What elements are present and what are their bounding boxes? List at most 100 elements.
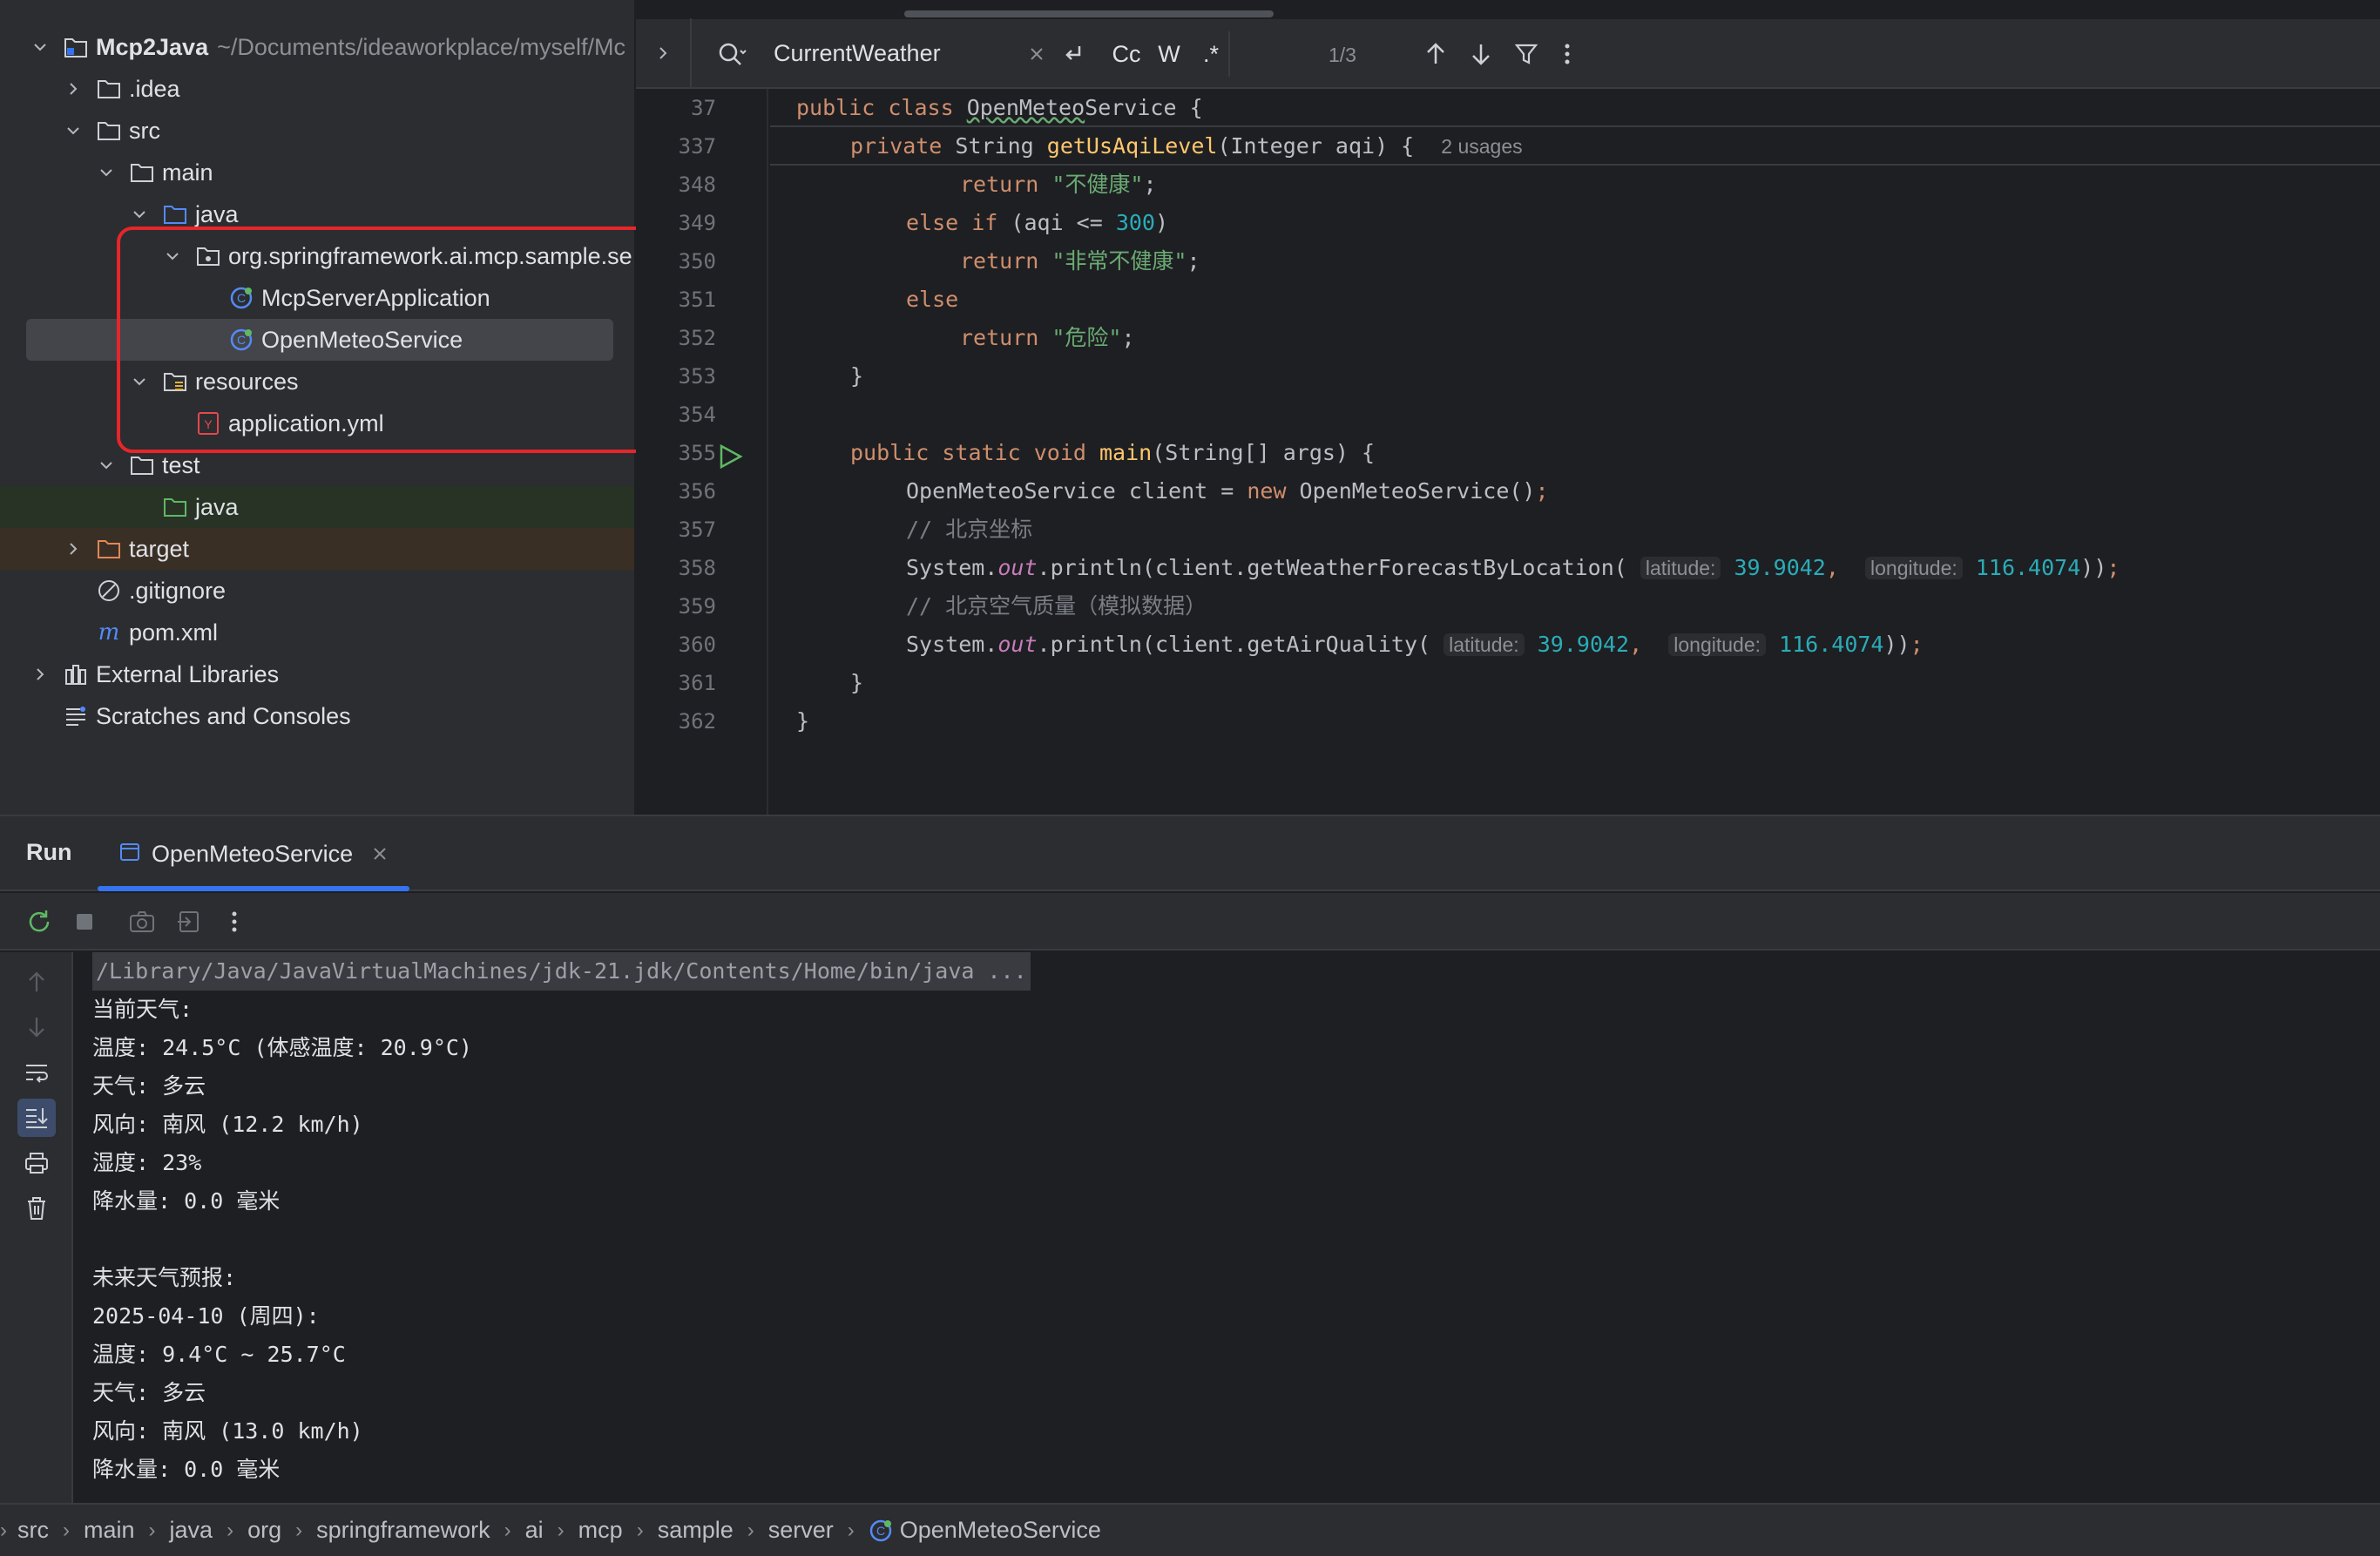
chevron-right-icon[interactable] (61, 77, 85, 101)
tree-item-application-yml[interactable]: Y application.yml (0, 403, 634, 444)
code-line[interactable]: return "危险"; (770, 319, 1135, 357)
tree-item-label: Scratches and Consoles (96, 702, 351, 729)
horizontal-scrollbar[interactable] (904, 10, 1274, 17)
tree-item-openmeteoservice[interactable]: C OpenMeteoService (26, 319, 613, 361)
code-line[interactable]: } (770, 702, 809, 741)
rerun-icon[interactable] (23, 905, 56, 938)
line-number: 353 (678, 364, 716, 389)
chevron-down-icon[interactable] (160, 244, 185, 268)
exit-icon[interactable] (172, 905, 206, 938)
breadcrumb-sample[interactable]: sample (658, 1517, 734, 1544)
code-line[interactable]: System.out.println(client.getAirQuality(… (770, 626, 1924, 664)
scroll-up-icon[interactable] (17, 963, 56, 1001)
whole-words-button[interactable]: W (1152, 37, 1187, 71)
breadcrumb-main[interactable]: main (84, 1517, 135, 1544)
clear-search-icon[interactable] (1021, 37, 1052, 71)
scroll-to-end-icon[interactable] (17, 1099, 56, 1137)
search-icon[interactable] (716, 38, 747, 74)
more-options-icon[interactable] (218, 905, 251, 938)
breadcrumb-ai[interactable]: ai (525, 1517, 544, 1544)
code-line[interactable]: public static void main(String[] args) { (770, 434, 1375, 472)
chevron-down-icon[interactable] (127, 202, 152, 227)
stop-icon[interactable] (68, 905, 101, 938)
match-case-button[interactable]: Cc (1106, 37, 1146, 71)
find-input[interactable]: CurrentWeather (774, 40, 941, 67)
tree-item-java[interactable]: java (0, 193, 634, 235)
line-number: 348 (678, 173, 716, 197)
breadcrumb-java[interactable]: java (170, 1517, 213, 1544)
scroll-down-icon[interactable] (17, 1008, 56, 1046)
breadcrumb-openmeteoservice[interactable]: OpenMeteoService (900, 1517, 1101, 1544)
code-line[interactable]: return "非常不健康"; (770, 242, 1200, 281)
chevron-down-icon[interactable] (94, 453, 118, 477)
code-line[interactable]: // 北京空气质量（模拟数据） (770, 587, 1207, 626)
tree-item-target[interactable]: target (0, 528, 634, 570)
code-line-sticky-method[interactable]: private String getUsAqiLevel(Integer aqi… (770, 127, 2380, 166)
tree-item-test-java[interactable]: java (0, 486, 634, 528)
code-line[interactable]: } (770, 664, 863, 702)
code-line[interactable]: // 北京坐标 (770, 511, 1032, 549)
tree-item-src[interactable]: src (0, 110, 634, 152)
code-line[interactable]: else (770, 281, 958, 319)
usages-hint[interactable]: 2 usages (1441, 135, 1522, 158)
chevron-down-icon[interactable] (127, 369, 152, 394)
editor-pane: CurrentWeather Cc W .* 1/3 37 337 348 34… (636, 0, 2380, 815)
regex-button[interactable]: .* (1193, 37, 1228, 71)
tree-item-gitignore[interactable]: .gitignore (0, 570, 634, 612)
tree-item-scratches[interactable]: Scratches and Consoles (0, 695, 634, 737)
line-number: 355 (678, 441, 716, 465)
chevron-right-icon[interactable] (61, 537, 85, 561)
print-icon[interactable] (17, 1144, 56, 1182)
string-literal: "不健康" (1051, 172, 1144, 197)
code-line[interactable]: else if (aqi <= 300) (770, 204, 1168, 242)
breadcrumb-src[interactable]: src (17, 1517, 49, 1544)
code-line[interactable] (770, 396, 783, 434)
console-output[interactable]: /Library/Java/JavaVirtualMachines/jdk-21… (92, 952, 2357, 1505)
find-bar-separator (1228, 31, 1230, 77)
tree-item-pom-xml[interactable]: m pom.xml (0, 612, 634, 653)
previous-occurrence-icon[interactable] (1418, 37, 1453, 71)
new-line-icon[interactable] (1056, 37, 1091, 71)
maven-file-icon: m (96, 619, 122, 646)
match-count: 1/3 (1329, 44, 1356, 66)
chevron-right-icon (659, 47, 667, 59)
expand-replace-button[interactable] (636, 18, 692, 88)
run-gutter-icon[interactable] (713, 439, 747, 474)
tree-item-idea[interactable]: .idea (0, 68, 634, 110)
console-line: 风向: 南风 (12.2 km/h) (92, 1112, 363, 1137)
code-line[interactable]: return "不健康"; (770, 166, 1157, 204)
tree-item-package[interactable]: org.springframework.ai.mcp.sample.se (0, 235, 634, 277)
console-command-line[interactable]: /Library/Java/JavaVirtualMachines/jdk-21… (92, 952, 1031, 991)
tree-item-mcpserverapplication[interactable]: C McpServerApplication (0, 277, 634, 319)
next-occurrence-icon[interactable] (1464, 37, 1498, 71)
breadcrumb-server[interactable]: server (768, 1517, 834, 1544)
svg-text:Y: Y (204, 417, 213, 431)
soft-wrap-icon[interactable] (17, 1053, 56, 1092)
trash-icon[interactable] (17, 1189, 56, 1228)
yaml-file-icon: Y (195, 410, 221, 436)
tree-item-test[interactable]: test (0, 444, 634, 486)
console-line: 当前天气: (92, 997, 193, 1022)
tree-item-external-libraries[interactable]: External Libraries (0, 653, 634, 695)
tab-openmeteoservice[interactable]: OpenMeteoService (98, 816, 409, 891)
breadcrumb-org[interactable]: org (247, 1517, 281, 1544)
code-line[interactable]: } (770, 357, 863, 396)
chevron-down-icon[interactable] (94, 160, 118, 185)
chevron-down-icon[interactable] (28, 35, 52, 59)
code-area[interactable]: 37 337 348 349 350 351 352 353 354 355 3… (636, 89, 2380, 815)
filter-icon[interactable] (1509, 37, 1544, 71)
code-line[interactable]: System.out.println(client.getWeatherFore… (770, 549, 2120, 587)
chevron-down-icon[interactable] (61, 118, 85, 143)
camera-icon[interactable] (125, 905, 159, 938)
tree-item-resources[interactable]: resources (0, 361, 634, 403)
code-line[interactable]: OpenMeteoService client = new OpenMeteoS… (770, 472, 1549, 511)
close-tab-icon[interactable] (372, 841, 388, 868)
chevron-right-icon[interactable] (28, 662, 52, 687)
console-line: 风向: 南风 (13.0 km/h) (92, 1418, 363, 1444)
more-options-icon[interactable] (1554, 37, 1580, 71)
breadcrumb-springframework[interactable]: springframework (316, 1517, 490, 1544)
code-line-sticky-class[interactable]: public class OpenMeteoService { (770, 89, 2380, 127)
tree-item-main[interactable]: main (0, 152, 634, 193)
breadcrumb-mcp[interactable]: mcp (578, 1517, 623, 1544)
tree-item-root[interactable]: Mcp2Java ~/Documents/ideaworkplace/mysel… (0, 26, 634, 68)
